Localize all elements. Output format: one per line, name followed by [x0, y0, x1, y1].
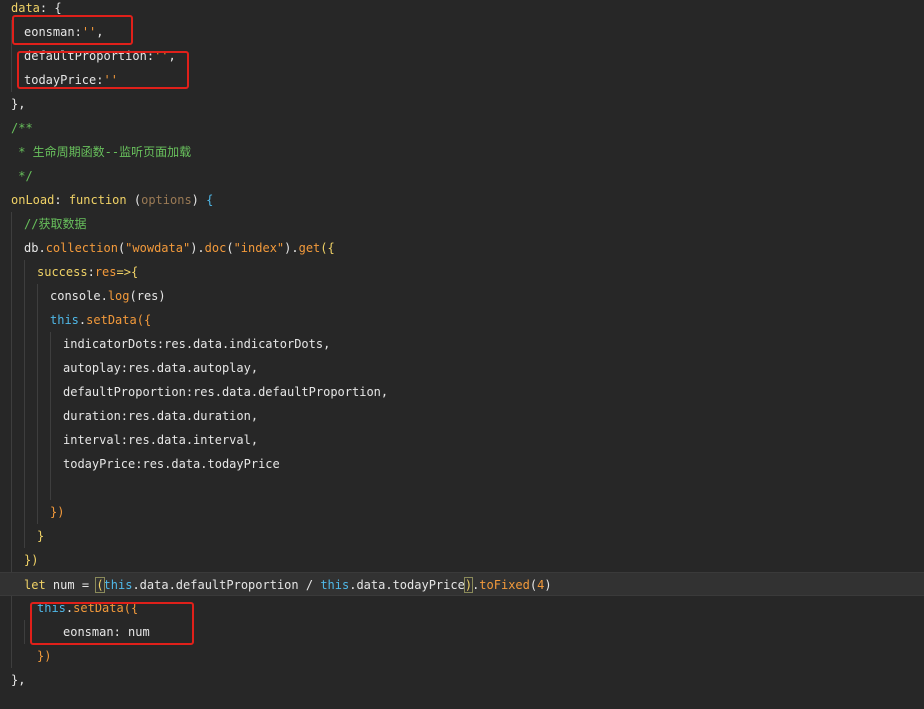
code-token: this [103, 578, 133, 592]
code-token: indicatorDots [63, 337, 157, 351]
code-line-current[interactable]: let num = (this.data.defaultProportion /… [0, 572, 924, 596]
code-token: function [68, 193, 127, 207]
code-token: , [380, 385, 389, 399]
code-token: => [116, 265, 131, 279]
code-token: let [24, 578, 46, 592]
code-token: interval [63, 433, 121, 447]
highlight-box-setdata [30, 602, 194, 645]
code-token: : [120, 361, 129, 375]
code-token: res [136, 289, 159, 303]
code-token: log [107, 289, 130, 303]
code-line[interactable]: data: { [0, 0, 924, 20]
code-line[interactable]: /** [0, 116, 924, 140]
code-token: : [54, 193, 62, 207]
code-line[interactable]: this.setData({ [0, 308, 924, 332]
code-token: "wowdata" [125, 241, 191, 255]
code-editor[interactable]: data: { eonsman:'', defaultProportion:''… [0, 0, 924, 709]
code-token: { [47, 1, 62, 15]
code-line[interactable]: } [0, 524, 924, 548]
code-line[interactable]: eonsman:'', [0, 20, 924, 44]
code-token: : [185, 385, 194, 399]
code-line[interactable]: success:res=>{ [0, 260, 924, 284]
code-line[interactable]: onLoad: function (options) { [0, 188, 924, 212]
code-token: , [250, 409, 259, 423]
code-line[interactable]: indicatorDots:res.data.indicatorDots, [0, 332, 924, 356]
line-comment: //获取数据 [24, 217, 87, 231]
code-token: options [141, 193, 192, 207]
code-token: res.data.indicatorDots [164, 337, 324, 351]
code-token: res.data.todayPrice [142, 457, 280, 471]
code-token: res.data.duration [128, 409, 251, 423]
code-token: this [50, 313, 79, 327]
code-token: collection [45, 241, 118, 255]
doc-comment: /** [11, 121, 33, 135]
code-line[interactable]: duration:res.data.duration, [0, 404, 924, 428]
code-token: : [120, 433, 129, 447]
highlight-box-defaults [17, 51, 189, 89]
code-line[interactable]: }) [0, 548, 924, 572]
code-token: { [198, 193, 214, 207]
code-token: todayPrice [63, 457, 136, 471]
code-token: , [250, 361, 259, 375]
code-token: , [250, 433, 259, 447]
code-line[interactable]: interval:res.data.interval, [0, 428, 924, 452]
code-token: duration [63, 409, 121, 423]
code-line[interactable]: }, [0, 92, 924, 116]
code-token: autoplay [63, 361, 121, 375]
code-token: : [120, 409, 129, 423]
code-token: console [50, 289, 101, 303]
code-token: }, [11, 673, 26, 687]
code-token: toFixed [479, 578, 530, 592]
code-line[interactable]: }, [0, 668, 924, 692]
code-line[interactable]: autoplay:res.data.autoplay, [0, 356, 924, 380]
code-token: res [94, 265, 117, 279]
code-line[interactable]: */ [0, 164, 924, 188]
code-token: , [323, 337, 331, 351]
code-token: res.data.autoplay [128, 361, 251, 375]
code-token: setData [86, 313, 137, 327]
highlight-box-eonsman [12, 15, 133, 45]
code-token: "index" [233, 241, 285, 255]
code-token: res.data.interval [128, 433, 251, 447]
code-token: doc [204, 241, 227, 255]
code-token: }, [11, 97, 26, 111]
code-line[interactable]: }) [0, 644, 924, 668]
code-token: data [11, 1, 40, 15]
doc-comment: */ [11, 169, 33, 183]
code-token: this [320, 578, 350, 592]
code-line[interactable]: }) [0, 500, 924, 524]
code-line[interactable]: db.collection("wowdata").doc("index").ge… [0, 236, 924, 260]
code-token: : [87, 265, 95, 279]
code-token: defaultProportion [63, 385, 186, 399]
code-token: .data.defaultProportion [132, 578, 299, 592]
code-token: num [52, 578, 75, 592]
code-token: onLoad [11, 193, 55, 207]
code-token: get [298, 241, 321, 255]
code-token: res.data.defaultProportion [193, 385, 381, 399]
code-line[interactable]: //获取数据 [0, 212, 924, 236]
code-line[interactable]: console.log(res) [0, 284, 924, 308]
doc-comment: * 生命周期函数--监听页面加载 [11, 145, 192, 159]
code-token: success [37, 265, 88, 279]
code-line[interactable]: defaultProportion:res.data.defaultPropor… [0, 380, 924, 404]
code-token: db [24, 241, 39, 255]
code-token: .data.todayPrice [349, 578, 465, 592]
code-line[interactable]: todayPrice:res.data.todayPrice [0, 452, 924, 476]
code-line[interactable]: * 生命周期函数--监听页面加载 [0, 140, 924, 164]
